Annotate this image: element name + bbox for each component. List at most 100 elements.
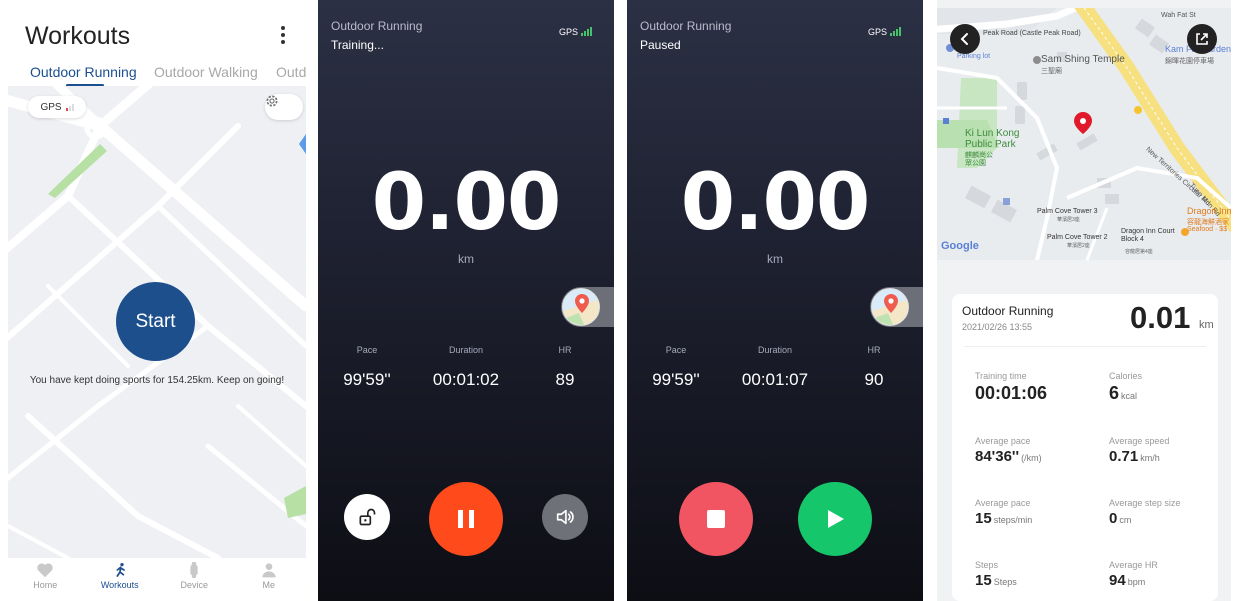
stat-label: Duration: [757, 345, 793, 355]
sport-type: Outdoor Running: [962, 304, 1054, 318]
training-status: Training...: [331, 38, 384, 52]
tab-outdoor-more[interactable]: Outd: [276, 64, 306, 80]
map-view[interactable]: GPS Start You have kept doing sports for…: [8, 86, 306, 558]
map-label: 三聖廟: [1041, 68, 1062, 75]
metric-label: Steps: [975, 560, 999, 570]
metric-cadence: Average pace 15 steps/min: [975, 498, 1095, 528]
runner-icon: [111, 562, 129, 578]
stat-label: HR: [867, 345, 881, 355]
workout-date: 2021/02/26 13:55: [962, 322, 1033, 332]
divider: [964, 346, 1206, 347]
nav-item-home[interactable]: Home: [10, 562, 80, 601]
metric-label: Calories: [1109, 371, 1143, 381]
metric-label: Average HR: [1109, 560, 1158, 570]
nav-label: Me: [262, 580, 275, 590]
map-label: Parking lot: [957, 53, 991, 60]
map-label: 華濱居2座: [1067, 243, 1090, 249]
nav-item-device[interactable]: Device: [159, 562, 229, 601]
nav-item-me[interactable]: Me: [234, 562, 304, 601]
map-label: Palm Cove Tower 3: [1037, 208, 1098, 215]
more-options-icon[interactable]: [276, 22, 290, 48]
back-button[interactable]: [950, 24, 980, 54]
start-button[interactable]: Start: [116, 282, 195, 361]
nav-item-workouts[interactable]: Workouts: [85, 562, 155, 601]
gps-signal-icon: [890, 27, 902, 36]
sport-type: Outdoor Running: [640, 19, 732, 33]
hr-stat: HR 89: [516, 345, 614, 390]
gps-signal-icon: [65, 103, 74, 111]
gps-label: GPS: [40, 101, 62, 113]
hr-stat: HR 90: [825, 345, 923, 390]
metric-unit: steps/min: [993, 515, 1033, 525]
gear-icon: [266, 95, 278, 107]
metric-value: 94: [1109, 572, 1126, 589]
stat-value: 99'59'': [652, 370, 700, 389]
metric-unit: bpm: [1127, 577, 1146, 587]
map-label: 華濱居3座: [1057, 217, 1080, 223]
gps-signal-icon: [581, 27, 593, 36]
share-button[interactable]: [1187, 24, 1217, 54]
map-label: Wah Fat St: [1161, 12, 1196, 19]
map-label: 麒麟崗公眾公園: [965, 152, 993, 167]
distance-value: 0.00: [680, 158, 870, 248]
resume-button[interactable]: [798, 482, 872, 556]
stat-value: 89: [555, 370, 575, 389]
stat-label: Pace: [356, 345, 378, 355]
nav-label: Device: [180, 580, 208, 590]
lock-button[interactable]: [344, 494, 390, 540]
gps-label: GPS: [559, 27, 579, 37]
metric-calories: Calories 6 kcal: [1109, 371, 1229, 404]
sport-type: Outdoor Running: [331, 19, 423, 33]
map-label: Dragon Inn: [1187, 206, 1231, 216]
metric-value: 15: [975, 572, 992, 589]
workout-summary-screen: Peak Road (Castle Peak Road) Parking lot…: [937, 0, 1231, 601]
pace-stat: Pace 99'59'': [318, 345, 416, 390]
distance-value: 0.01: [1130, 300, 1191, 335]
map-thumbnail-icon[interactable]: [871, 288, 909, 326]
settings-button[interactable]: [265, 94, 303, 120]
google-logo: Google: [941, 240, 979, 252]
paused-screen: Outdoor Running Paused GPS 0.00 km Pace …: [627, 0, 923, 601]
gps-status: GPS: [559, 27, 593, 37]
stat-value: 99'59'': [343, 370, 391, 389]
duration-stat: Duration 00:01:02: [417, 345, 515, 390]
pause-button[interactable]: [429, 482, 503, 556]
map-label: Ki Lun Kong Public Park: [965, 128, 1020, 150]
map-thumbnail-icon[interactable]: [562, 288, 600, 326]
metric-value: 0.71: [1109, 448, 1139, 465]
share-icon: [1196, 33, 1208, 45]
person-icon: [260, 562, 278, 578]
metric-value: 00:01:06: [975, 383, 1048, 403]
pause-icon: [458, 510, 474, 528]
bottom-nav: Home Workouts Device Me: [8, 562, 306, 601]
stop-icon: [707, 510, 725, 528]
distance-unit: km: [1198, 319, 1214, 331]
metric-steps: Steps 15 Steps: [975, 560, 1095, 590]
metric-average-pace: Average pace 84'36'' (/km): [975, 436, 1095, 466]
map-label: Palm Cove Tower 2: [1047, 234, 1108, 241]
tab-outdoor-running[interactable]: Outdoor Running: [30, 64, 137, 80]
stat-value: 90: [864, 370, 884, 389]
tab-outdoor-walking[interactable]: Outdoor Walking: [154, 64, 258, 80]
nav-label: Home: [33, 580, 58, 590]
map-label: 容龍居第4座: [1125, 249, 1153, 255]
watch-icon: [185, 562, 203, 578]
metric-average-speed: Average speed 0.71 km/h: [1109, 436, 1229, 466]
metric-label: Average pace: [975, 498, 1031, 508]
metric-label: Average step size: [1109, 498, 1181, 508]
metric-unit: kcal: [1121, 391, 1138, 401]
distance-value: 0.00: [371, 158, 561, 248]
sound-button[interactable]: [542, 494, 588, 540]
metric-unit: km/h: [1140, 453, 1160, 463]
summary-card: Outdoor Running 2021/02/26 13:55 0.01 km…: [952, 294, 1218, 601]
training-status: Paused: [640, 38, 681, 52]
metric-unit: (/km): [1021, 453, 1042, 463]
stop-button[interactable]: [679, 482, 753, 556]
stat-value: 00:01:02: [432, 370, 500, 389]
lock-icon: [359, 508, 376, 526]
metric-value: 84'36'': [975, 448, 1020, 465]
stat-label: Pace: [665, 345, 687, 355]
speaker-icon: [556, 509, 574, 525]
metric-value: 0: [1109, 510, 1118, 527]
route-map[interactable]: Peak Road (Castle Peak Road) Parking lot…: [937, 8, 1231, 260]
